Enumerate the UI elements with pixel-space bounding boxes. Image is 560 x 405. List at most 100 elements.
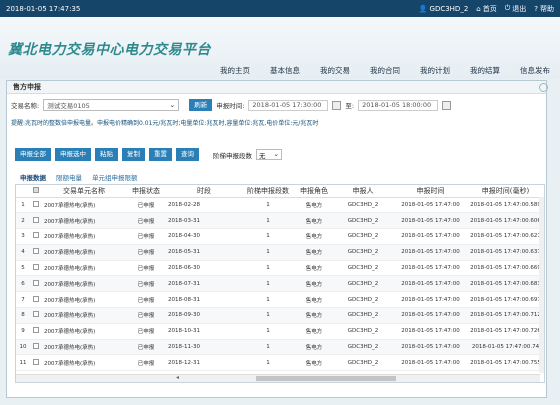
query-button[interactable]: 查询: [176, 148, 199, 161]
unit-name-cell: 2007承德热电(承热): [42, 339, 126, 356]
table-row[interactable]: 9 2007承德热电(承热) 已申报 2018-10-31 1 售电方 GDC3HD_2 20…: [16, 323, 542, 340]
close-icon[interactable]: [539, 83, 548, 92]
checkbox[interactable]: [33, 358, 39, 365]
table-row[interactable]: 10 2007承德热电(承热) 已申报 2018-11-30 1 售电方 GDC3HD_2 2…: [16, 339, 542, 356]
home-link[interactable]: ⌂ 首页: [476, 4, 496, 14]
select-all-checkbox[interactable]: [30, 185, 42, 198]
unit-name-cell: 2007承德热电(承热): [42, 260, 126, 277]
role-cell: 售电方: [294, 228, 334, 245]
period-cell: 2018-05-31: [166, 244, 242, 261]
apply-time-cell: 2018-01-05 17:47:00: [392, 339, 469, 356]
tier-cell: 1: [242, 354, 294, 372]
checkbox[interactable]: [33, 311, 39, 318]
apply-time-ms-cell: 2018-01-05 17:47:00.683: [469, 275, 542, 293]
checkbox[interactable]: [33, 295, 39, 302]
row-checkbox[interactable]: [30, 307, 42, 324]
user-link[interactable]: 👤 GDC3HD_2: [419, 5, 468, 13]
row-checkbox[interactable]: [30, 354, 42, 372]
row-checkbox[interactable]: [30, 275, 42, 293]
logout-link[interactable]: ⏻ 退出: [505, 4, 527, 14]
table-row[interactable]: 5 2007承德热电(承热) 已申报 2018-06-30 1 售电方 GDC3HD_2 20…: [16, 260, 542, 277]
table-row[interactable]: 11 2007承德热电(承热) 已申报 2018-12-31 1 售电方 GDC3HD_2 2…: [16, 354, 542, 372]
apply-time-ms-cell: 2018-01-05 17:47:00.669: [469, 260, 542, 277]
col-status[interactable]: 申报状态: [126, 185, 166, 198]
status-cell: 已申报: [126, 244, 166, 261]
scroll-thumb[interactable]: [256, 376, 396, 381]
col-applicant[interactable]: 申报人: [334, 185, 392, 198]
table-row[interactable]: 6 2007承德热电(承热) 已申报 2018-07-31 1 售电方 GDC3HD_2 20…: [16, 275, 542, 293]
role-cell: 售电方: [294, 244, 334, 261]
checkbox[interactable]: [33, 264, 39, 271]
col-tier-count[interactable]: 阶梯申报段数: [242, 185, 294, 198]
applicant-cell: GDC3HD_2: [334, 339, 392, 356]
top-bar: 2018-01-05 17:47:35 👤 GDC3HD_2 ⌂ 首页 ⏻ 退出 ? 帮…: [0, 0, 560, 17]
role-cell: 售电方: [294, 291, 334, 309]
col-role[interactable]: 申报角色: [294, 185, 334, 198]
checkbox[interactable]: [33, 232, 39, 239]
apply-start-input[interactable]: 2018-01-05 17:30:00: [248, 99, 329, 111]
nav-my-trades[interactable]: 我的交易: [310, 64, 360, 78]
row-checkbox[interactable]: [30, 339, 42, 356]
table-row[interactable]: 4 2007承德热电(承热) 已申报 2018-05-31 1 售电方 GDC3HD_2 20…: [16, 244, 542, 261]
checkbox[interactable]: [33, 343, 39, 350]
role-cell: 售电方: [294, 354, 334, 372]
table-row[interactable]: 2 2007承德热电(承热) 已申报 2018-03-31 1 售电方 GDC3HD_2 20…: [16, 212, 542, 230]
table-row[interactable]: 8 2007承德热电(承热) 已申报 2018-09-30 1 售电方 GDC3HD_2 20…: [16, 307, 542, 324]
row-checkbox[interactable]: [30, 197, 42, 214]
row-checkbox[interactable]: [30, 212, 42, 230]
col-unit-name[interactable]: 交易单元名称: [42, 185, 126, 198]
apply-table: 交易单元名称 申报状态 时段 阶梯申报段数 申报角色 申报人 申报时间 申报时间…: [16, 185, 542, 372]
nav-home[interactable]: 我的主页: [210, 64, 260, 78]
apply-time-cell: 2018-01-05 17:47:00: [392, 244, 469, 261]
row-checkbox[interactable]: [30, 244, 42, 261]
apply-time-label: 申报时间:: [216, 102, 245, 110]
apply-time-ms-cell: 2018-01-05 17:47:00.726: [469, 323, 542, 340]
to-label: 至:: [345, 102, 355, 110]
table-row[interactable]: 1 2007承德热电(承热) 已申报 2018-02-28 1 售电方 GDC3HD_2 20…: [16, 197, 542, 214]
table-row[interactable]: 7 2007承德热电(承热) 已申报 2018-08-31 1 售电方 GDC3HD_2 20…: [16, 291, 542, 309]
role-cell: 售电方: [294, 339, 334, 356]
nav-my-contracts[interactable]: 我的合同: [360, 64, 410, 78]
table-row[interactable]: 3 2007承德热电(承热) 已申报 2018-04-30 1 售电方 GDC3HD_2 20…: [16, 228, 542, 245]
col-apply-time-ms[interactable]: 申报时间(毫秒): [469, 185, 542, 198]
tier-cell: 1: [242, 228, 294, 245]
checkbox[interactable]: [33, 248, 39, 255]
row-checkbox[interactable]: [30, 260, 42, 277]
nav-my-plans[interactable]: 我的计划: [410, 64, 460, 78]
vertical-scrollbar[interactable]: [539, 197, 544, 373]
copy-button[interactable]: 复制: [122, 148, 145, 161]
nav-basic-info[interactable]: 基本信息: [260, 64, 310, 78]
trade-name-select[interactable]: 测试交易0105 ⌄: [43, 99, 180, 111]
tier-count-select[interactable]: 无 ⌄: [256, 149, 282, 160]
col-apply-time[interactable]: 申报时间: [392, 185, 469, 198]
paste-button[interactable]: 粘贴: [95, 148, 118, 161]
row-checkbox[interactable]: [30, 323, 42, 340]
calendar-icon[interactable]: [442, 100, 452, 110]
apply-time-ms-cell: 2018-01-05 17:47:00.74: [469, 339, 542, 356]
help-link[interactable]: ? 帮助: [534, 4, 554, 14]
col-period[interactable]: 时段: [166, 185, 242, 198]
nav-info-release[interactable]: 信息发布: [510, 64, 560, 78]
applicant-cell: GDC3HD_2: [334, 244, 392, 261]
status-cell: 已申报: [126, 307, 166, 324]
apply-end-input[interactable]: 2018-01-05 18:00:00: [358, 99, 439, 111]
dialog-title-text: 售方申报: [13, 83, 41, 91]
nav-my-settlement[interactable]: 我的结算: [460, 64, 510, 78]
refresh-button[interactable]: 刷新: [189, 99, 213, 111]
trade-name-label: 交易名称:: [11, 102, 40, 110]
apply-selected-button[interactable]: 申报选中: [55, 148, 91, 161]
calendar-icon[interactable]: [332, 100, 342, 110]
checkbox[interactable]: [33, 327, 39, 334]
checkbox[interactable]: [33, 279, 39, 286]
apply-time-cell: 2018-01-05 17:47:00: [392, 212, 469, 230]
row-checkbox[interactable]: [30, 228, 42, 245]
checkbox[interactable]: [33, 216, 39, 223]
reset-button[interactable]: 重置: [149, 148, 172, 161]
row-checkbox[interactable]: [30, 291, 42, 309]
apply-time-ms-cell: 2018-01-05 17:47:00.697: [469, 291, 542, 309]
horizontal-scrollbar[interactable]: ◂: [16, 374, 540, 382]
chevron-left-icon[interactable]: ◂: [176, 374, 179, 381]
apply-all-button[interactable]: 申报全部: [15, 148, 51, 161]
checkbox[interactable]: [33, 200, 39, 207]
apply-time-cell: 2018-01-05 17:47:00: [392, 323, 469, 340]
